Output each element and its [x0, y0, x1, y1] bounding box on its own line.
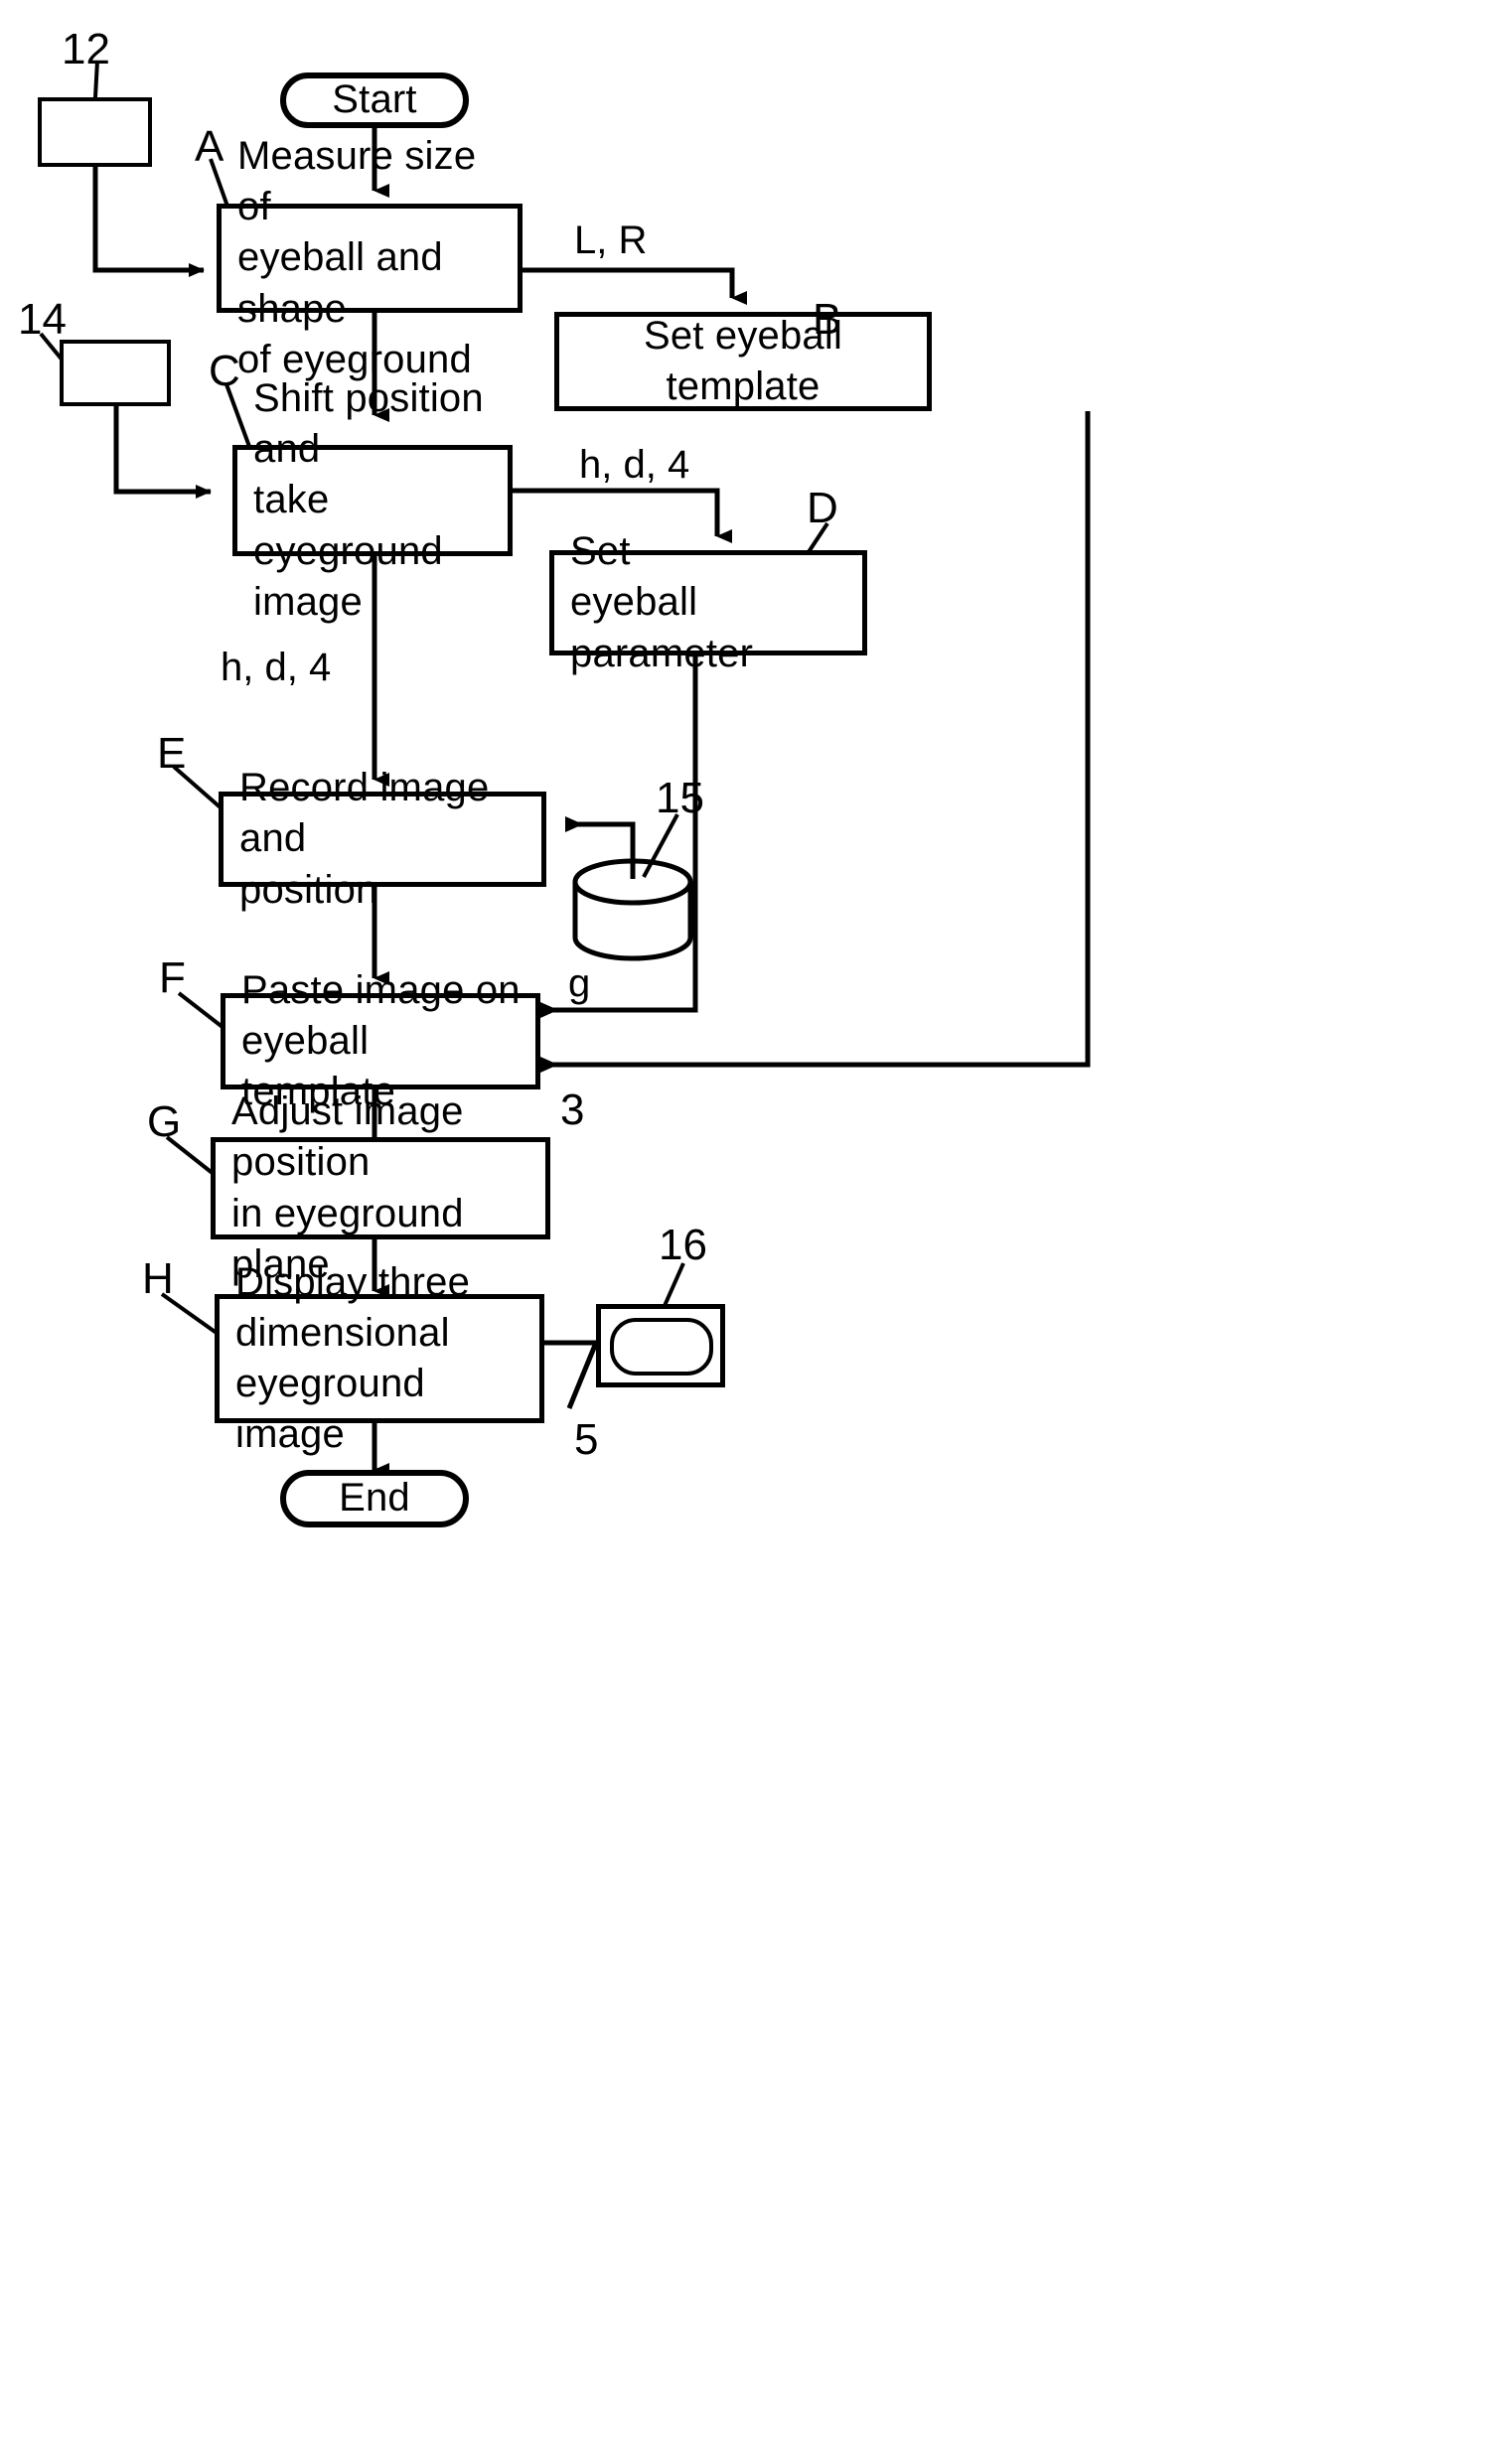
process-box-f: Paste image on eyeball template [221, 968, 540, 1113]
process-box-c-label: Shift position and take eyeground image [253, 376, 484, 624]
process-box-c: Shift position and take eyeground image [232, 376, 513, 624]
flowchart-page: Start End Measure size of eyeball and sh… [0, 0, 1494, 2464]
display-device-16 [596, 1304, 725, 1387]
ref-label-d: D [807, 484, 838, 532]
ref-label-15: 15 [656, 774, 704, 822]
edge-label-hd4-top: h, d, 4 [579, 443, 690, 487]
edge-15-to-e [565, 816, 636, 879]
ref-label-12: 12 [62, 25, 110, 73]
ref-label-h: H [142, 1254, 174, 1303]
process-box-d-label: Set eyeball parameter [570, 529, 754, 675]
process-box-h-label: Display three dimensional eyeground imag… [235, 1259, 471, 1457]
edge-label-lr: L, R [574, 218, 648, 262]
ref-label-c: C [209, 347, 240, 395]
ref-label-g: G [147, 1097, 182, 1146]
edge-label-g: g [568, 961, 591, 1005]
ref-label-3: 3 [560, 1086, 585, 1134]
process-box-h: Display three dimensional eyeground imag… [215, 1260, 544, 1456]
reference-box-12 [38, 97, 152, 167]
terminal-end: End [280, 1470, 469, 1527]
ref-label-f: F [159, 953, 186, 1002]
ref-label-a: A [195, 122, 224, 171]
terminal-start: Start [280, 72, 469, 128]
terminal-start-label: Start [332, 77, 417, 122]
ref-label-14: 14 [18, 295, 67, 344]
edge-label-hd4-left: h, d, 4 [221, 646, 332, 689]
ref-label-5: 5 [574, 1415, 599, 1464]
process-box-a: Measure size of eyeball and shape of eye… [217, 134, 523, 381]
ref-label-b: B [813, 295, 842, 344]
terminal-end-label: End [339, 1476, 410, 1521]
edge-a-to-b [522, 267, 747, 305]
process-box-b-label: Set eyeball template [643, 313, 843, 408]
process-box-g: Adjust image position in eyeground plane [211, 1089, 550, 1286]
edge-12-to-a [92, 167, 205, 277]
ref-label-16: 16 [659, 1221, 707, 1269]
process-box-e-label: Record image and position [239, 766, 490, 912]
process-box-a-label: Measure size of eyeball and shape of eye… [237, 134, 477, 381]
reference-box-14 [60, 340, 171, 406]
display-screen-16 [610, 1318, 713, 1376]
process-box-d: Set eyeball parameter [549, 529, 867, 675]
process-box-b: Set eyeball template [554, 312, 932, 411]
edge-h-to-display-leader [566, 1342, 599, 1409]
ref-label-e: E [157, 729, 187, 778]
process-box-e: Record image and position [219, 766, 546, 912]
edge-14-to-c [113, 406, 212, 499]
